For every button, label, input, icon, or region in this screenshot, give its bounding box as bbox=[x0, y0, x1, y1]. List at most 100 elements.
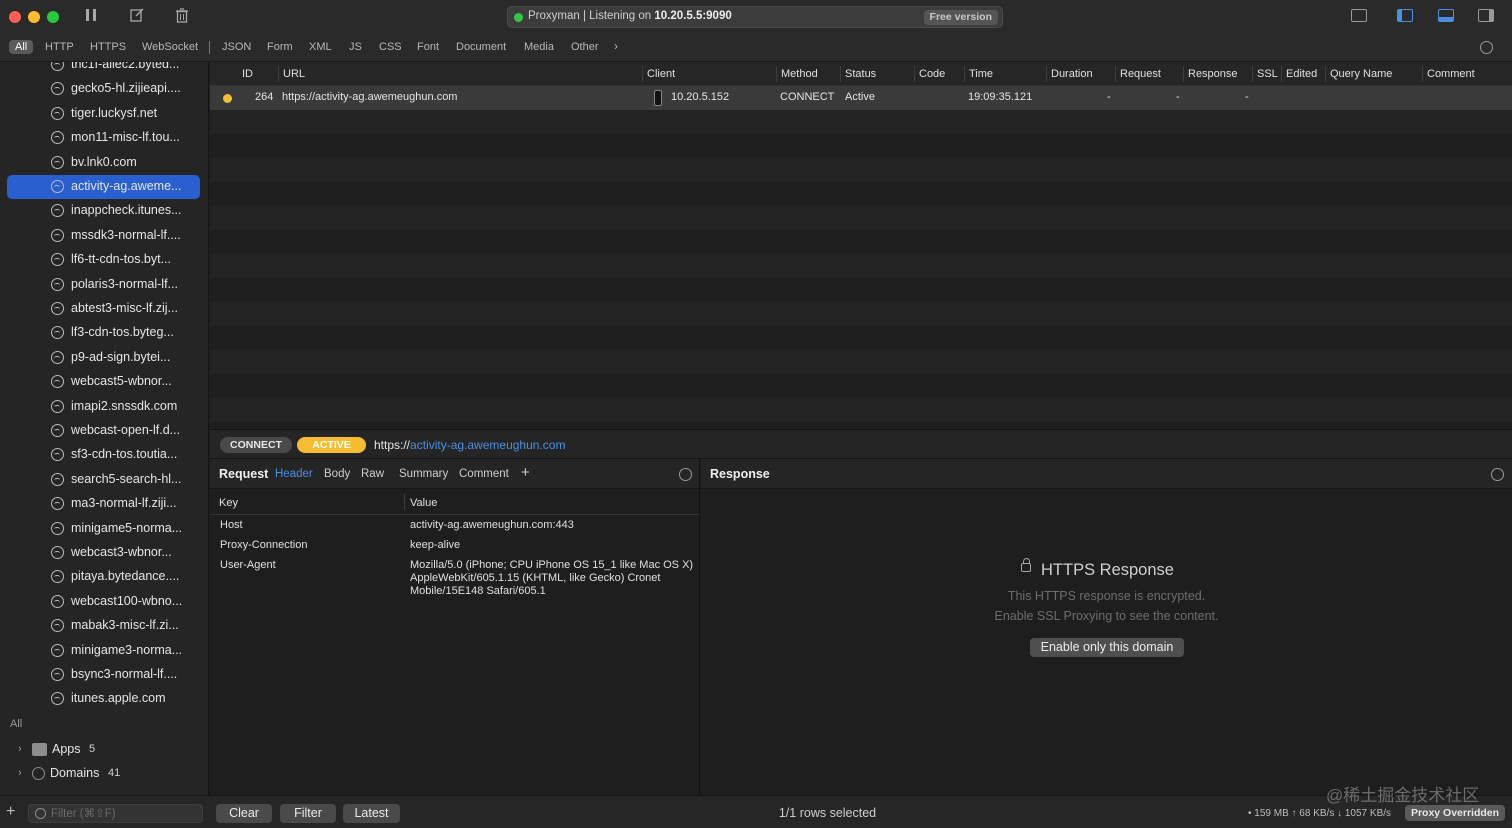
sidebar-item[interactable]: mssdk3-normal-lf.... bbox=[7, 224, 200, 248]
detail-url[interactable]: https://activity-ag.awemeughun.com bbox=[374, 438, 565, 452]
sidebar-item[interactable]: minigame3-norma... bbox=[7, 639, 200, 663]
filter-separator bbox=[209, 41, 210, 54]
column-header-status[interactable]: Status bbox=[845, 68, 876, 80]
sidebar-item[interactable]: bsync3-normal-lf.... bbox=[7, 663, 200, 687]
request-menu-icon[interactable] bbox=[679, 468, 692, 481]
add-tab-button[interactable]: + bbox=[521, 464, 530, 481]
sidebar-item[interactable]: tiger.luckysf.net bbox=[7, 102, 200, 126]
column-header-method[interactable]: Method bbox=[781, 68, 818, 80]
sidebar-item[interactable]: tnc1f-aliec2.byted... bbox=[7, 62, 200, 77]
traffic-stats: • 159 MB ↑ 68 KB/s ↓ 1057 KB/s bbox=[1248, 808, 1392, 819]
tab-body[interactable]: Body bbox=[324, 468, 350, 480]
filter-tab-all[interactable]: All bbox=[9, 40, 34, 54]
toggle-right-panel-icon[interactable] bbox=[1478, 9, 1494, 22]
zoom-window-button[interactable] bbox=[47, 11, 59, 23]
filter-tab-json[interactable]: JSON bbox=[222, 41, 251, 53]
header-value[interactable]: keep-alive bbox=[410, 539, 700, 552]
column-header-duration[interactable]: Duration bbox=[1051, 68, 1093, 80]
sidebar-item[interactable]: webcast-open-lf.d... bbox=[7, 419, 200, 443]
request-table: ID URL Client Method Status Code Time Du… bbox=[210, 62, 1512, 429]
sidebar-item[interactable]: activity-ag.aweme... bbox=[7, 175, 200, 199]
close-window-button[interactable] bbox=[9, 11, 21, 23]
filter-tab-form[interactable]: Form bbox=[267, 41, 293, 53]
domain-icon bbox=[51, 302, 64, 315]
column-separator bbox=[776, 66, 777, 82]
sidebar-item[interactable]: imapi2.snssdk.com bbox=[7, 395, 200, 419]
column-header-request[interactable]: Request bbox=[1120, 68, 1161, 80]
column-header-client[interactable]: Client bbox=[647, 68, 675, 80]
chevron-right-icon[interactable]: › bbox=[614, 39, 618, 53]
sidebar-item[interactable]: sf3-cdn-tos.toutia... bbox=[7, 443, 200, 467]
sidebar-item[interactable]: polaris3-normal-lf... bbox=[7, 273, 200, 297]
column-header-time[interactable]: Time bbox=[969, 68, 993, 80]
tab-comment[interactable]: Comment bbox=[459, 468, 509, 480]
sidebar-item[interactable]: lf3-cdn-tos.byteg... bbox=[7, 321, 200, 345]
sidebar-item[interactable]: minigame5-norma... bbox=[7, 517, 200, 541]
domain-icon bbox=[51, 62, 64, 71]
table-row[interactable]: 264 https://activity-ag.awemeughun.com 1… bbox=[210, 86, 1512, 110]
sidebar-item[interactable]: lf6-tt-cdn-tos.byt... bbox=[7, 248, 200, 272]
tab-header[interactable]: Header bbox=[275, 468, 313, 480]
column-header-query-name[interactable]: Query Name bbox=[1330, 68, 1392, 80]
filter-tab-xml[interactable]: XML bbox=[309, 41, 332, 53]
column-header-ssl[interactable]: SSL bbox=[1257, 68, 1278, 80]
column-header-url[interactable]: URL bbox=[283, 68, 305, 80]
sidebar-item[interactable]: p9-ad-sign.bytei... bbox=[7, 346, 200, 370]
response-menu-icon[interactable] bbox=[1491, 468, 1504, 481]
compose-icon[interactable] bbox=[128, 8, 146, 26]
pause-icon[interactable] bbox=[82, 8, 100, 26]
column-header-response[interactable]: Response bbox=[1188, 68, 1238, 80]
tab-summary[interactable]: Summary bbox=[399, 468, 448, 480]
filter-tab-http[interactable]: HTTP bbox=[45, 41, 74, 53]
sidebar-item[interactable]: bv.lnk0.com bbox=[7, 151, 200, 175]
filter-tab-js[interactable]: JS bbox=[349, 41, 362, 53]
sidebar-item[interactable]: webcast100-wbno... bbox=[7, 590, 200, 614]
enable-domain-button[interactable]: Enable only this domain bbox=[1030, 638, 1184, 657]
sidebar-item[interactable]: mabak3-misc-lf.zi... bbox=[7, 614, 200, 638]
tab-raw[interactable]: Raw bbox=[361, 468, 384, 480]
sidebar-item[interactable]: inappcheck.itunes... bbox=[7, 199, 200, 223]
domain-icon bbox=[51, 350, 64, 364]
filter-tab-https[interactable]: HTTPS bbox=[90, 41, 126, 53]
sidebar-item[interactable]: gecko5-hl.zijieapi.... bbox=[7, 77, 200, 101]
filter-tab-document[interactable]: Document bbox=[456, 41, 506, 53]
filter-tab-websocket[interactable]: WebSocket bbox=[142, 41, 198, 53]
toggle-sidebar-icon[interactable] bbox=[1397, 9, 1413, 22]
sidebar-item[interactable]: itunes.apple.com bbox=[7, 687, 200, 711]
header-value[interactable]: Mozilla/5.0 (iPhone; CPU iPhone OS 15_1 … bbox=[410, 559, 700, 598]
column-header-code[interactable]: Code bbox=[919, 68, 945, 80]
header-value[interactable]: activity-ag.awemeughun.com:443 bbox=[410, 519, 700, 532]
free-version-badge[interactable]: Free version bbox=[923, 10, 998, 25]
filter-tab-media[interactable]: Media bbox=[524, 41, 554, 53]
sidebar-item[interactable]: pitaya.bytedance.... bbox=[7, 565, 200, 589]
filter-tab-other[interactable]: Other bbox=[571, 41, 599, 53]
column-header-comment[interactable]: Comment bbox=[1427, 68, 1475, 80]
proxy-overridden-badge[interactable]: Proxy Overridden bbox=[1405, 805, 1505, 821]
sidebar-item[interactable]: webcast3-wbnor... bbox=[7, 541, 200, 565]
minimize-window-button[interactable] bbox=[28, 11, 40, 23]
trash-icon[interactable] bbox=[173, 8, 191, 26]
filter-tab-font[interactable]: Font bbox=[417, 41, 439, 53]
sidebar-item-label: inappcheck.itunes... bbox=[71, 203, 182, 218]
sidebar-item-label: bsync3-normal-lf.... bbox=[71, 667, 178, 681]
empty-row bbox=[210, 398, 1512, 422]
cell-duration: - bbox=[1107, 91, 1111, 103]
encrypted-message: This HTTPS response is encrypted. bbox=[1007, 589, 1206, 603]
sidebar-item[interactable]: mon11-misc-lf.tou... bbox=[7, 126, 200, 150]
status-prefix: Proxyman | Listening on bbox=[528, 10, 655, 22]
domain-icon bbox=[51, 180, 64, 193]
empty-row bbox=[210, 206, 1512, 230]
domain-icon bbox=[51, 204, 64, 218]
more-options-icon[interactable] bbox=[1480, 41, 1493, 54]
column-header-edited[interactable]: Edited bbox=[1286, 68, 1317, 80]
empty-row bbox=[210, 134, 1512, 158]
sidebar-item[interactable]: search5-search-hl... bbox=[7, 468, 200, 492]
sidebar-item[interactable]: webcast5-wbnor... bbox=[7, 370, 200, 394]
toggle-bottom-panel-icon[interactable] bbox=[1438, 9, 1454, 22]
sidebar-item[interactable]: ma3-normal-lf.ziji... bbox=[7, 492, 200, 516]
column-header-id[interactable]: ID bbox=[242, 68, 253, 80]
filter-tab-css[interactable]: CSS bbox=[379, 41, 402, 53]
sidebar-item[interactable]: abtest3-misc-lf.zij... bbox=[7, 297, 200, 321]
header-key: Host bbox=[220, 519, 243, 531]
window-layout-icon[interactable] bbox=[1351, 9, 1367, 22]
